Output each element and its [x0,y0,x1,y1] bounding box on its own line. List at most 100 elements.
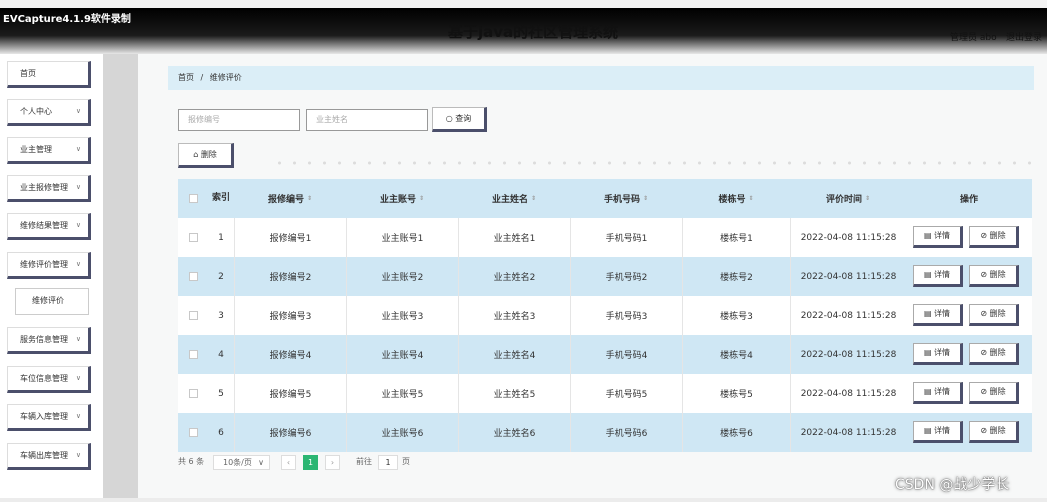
cell-building: 楼栋号5 [682,374,790,413]
query-button[interactable]: ○ 查询 [432,107,487,132]
chevron-down-icon: ∨ [75,451,81,459]
select-all-checkbox[interactable] [178,179,208,218]
cell-account: 业主账号1 [346,218,458,257]
cell-building: 楼栋号1 [682,218,790,257]
header-account[interactable]: 业主账号 ⇕ [346,179,458,218]
document-icon: ▤ [923,426,935,435]
cell-account: 业主账号3 [346,296,458,335]
header-name[interactable]: 业主姓名 ⇕ [458,179,570,218]
sidebar-divider [103,54,138,502]
delete-button[interactable]: ⊘ 删除 [969,304,1019,326]
sidebar-item-vehicle-out[interactable]: 车辆出库管理 ∨ [7,443,91,470]
prev-page-button[interactable]: ‹ [281,455,296,470]
table-row: 1 报修编号1 业主账号1 业主姓名1 手机号码1 楼栋号1 2022-04-08 11:1… [178,218,1032,257]
breadcrumb-home[interactable]: 首页 [178,73,194,82]
cell-index: 4 [218,349,224,360]
row-checkbox[interactable] [178,218,208,257]
cell-phone: 手机号码4 [570,335,682,374]
checkbox-icon [188,194,198,203]
bottom-strip [0,498,1047,502]
logout-link[interactable]: 退出登录 [1006,30,1042,43]
cell-repair-no: 报修编号3 [234,296,346,335]
breadcrumb-separator: / [200,73,204,82]
search-icon: ○ [445,114,453,123]
page-1-button[interactable]: 1 [303,455,318,470]
trash-icon: ⊘ [980,348,990,357]
table-row: 4 报修编号4 业主账号4 业主姓名4 手机号码4 楼栋号4 2022-04-08 11:1… [178,335,1032,374]
sidebar-item-personal-center[interactable]: 个人中心 ∨ [7,99,91,126]
sort-icon: ⇕ [748,195,754,202]
next-page-button[interactable]: › [325,455,340,470]
delete-button[interactable]: ⊘ 删除 [969,421,1019,443]
delete-button[interactable]: ⊘ 删除 [969,265,1019,287]
sort-icon: ⇕ [418,195,425,202]
header-phone[interactable]: 手机号码 ⇕ [570,179,682,218]
trash-icon: ⊘ [980,387,990,396]
row-checkbox[interactable] [178,296,208,335]
detail-button[interactable]: ▤ 详情 [913,382,963,404]
sidebar-item-repair-results[interactable]: 维修结果管理 ∨ [7,213,91,240]
document-icon: ▤ [923,309,935,318]
sidebar-item-vehicle-in[interactable]: 车辆入库管理 ∨ [7,404,91,431]
row-checkbox[interactable] [178,335,208,374]
checkbox-icon [188,350,198,359]
cell-building: 楼栋号4 [682,335,790,374]
total-count: 共 6 条 [178,457,205,466]
header-index: 索引 [212,193,231,203]
document-icon: ▤ [923,348,935,357]
checkbox-icon [188,389,198,398]
trash-icon: ⊘ [980,309,990,318]
checkbox-icon [188,272,198,281]
cell-repair-no: 报修编号6 [234,413,346,452]
sidebar-item-parking-info[interactable]: 车位信息管理 ∨ [7,366,91,393]
owner-name-search-input[interactable]: 业主姓名 [306,109,428,131]
cell-repair-no: 报修编号1 [234,218,346,257]
goto-suffix: 页 [402,457,410,466]
cell-review-time: 2022-04-08 11:15:28 [790,257,906,296]
goto-page-input[interactable]: 1 [378,455,398,470]
cell-building: 楼栋号3 [682,296,790,335]
page-size-select[interactable]: 10条/页 ∨ [213,455,270,470]
delete-button[interactable]: ⊘ 删除 [969,382,1019,404]
repair-no-search-input[interactable]: 报修编号 [178,109,300,131]
trash-icon: ⊘ [980,231,990,240]
delete-button[interactable]: ⊘ 删除 [969,343,1019,365]
table-row: 6 报修编号6 业主账号6 业主姓名6 手机号码6 楼栋号6 2022-04-08 11:1… [178,413,1032,452]
detail-button[interactable]: ▤ 详情 [913,226,963,248]
cell-name: 业主姓名4 [458,335,570,374]
row-checkbox[interactable] [178,257,208,296]
table-row: 5 报修编号5 业主账号5 业主姓名5 手机号码5 楼栋号5 2022-04-08 11:1… [178,374,1032,413]
sidebar-item-owner-management[interactable]: 业主管理 ∨ [7,137,91,164]
cell-account: 业主账号2 [346,257,458,296]
detail-button[interactable]: ▤ 详情 [913,343,963,365]
cell-review-time: 2022-04-08 11:15:28 [790,335,906,374]
batch-delete-button[interactable]: ⌂ 删除 [178,143,234,168]
chevron-down-icon: ∨ [258,458,264,467]
header-review-time[interactable]: 评价时间 ⇕ [790,179,906,218]
sort-icon: ⇕ [306,195,313,202]
sidebar-item-repair-review-management[interactable]: 维修评价管理 ∨ [7,252,91,279]
header-repair-no[interactable]: 报修编号 ⇕ [234,179,346,218]
trash-icon: ⊘ [980,426,990,435]
detail-button[interactable]: ▤ 详情 [913,265,963,287]
cell-index: 3 [218,310,224,321]
delete-button[interactable]: ⊘ 删除 [969,226,1019,248]
cell-phone: 手机号码1 [570,218,682,257]
detail-button[interactable]: ▤ 详情 [913,304,963,326]
cell-index: 2 [218,271,224,282]
table-row: 2 报修编号2 业主账号2 业主姓名2 手机号码2 楼栋号2 2022-04-08 11:1… [178,257,1032,296]
sidebar-subitem-repair-review[interactable]: 维修评价 [15,288,89,315]
document-icon: ▤ [923,231,935,240]
row-checkbox[interactable] [178,413,208,452]
chevron-down-icon: ∨ [75,412,81,420]
sidebar-item-service-info[interactable]: 服务信息管理 ∨ [7,327,91,354]
sidebar-item-repair-requests[interactable]: 业主报修管理 ∨ [7,175,91,202]
recorder-label: EVCapture4.1.9软件录制 [3,14,131,25]
detail-button[interactable]: ▤ 详情 [913,421,963,443]
header-building[interactable]: 楼栋号 ⇕ [682,179,790,218]
sidebar-item-home[interactable]: 首页 [7,61,91,88]
chevron-down-icon: ∨ [75,374,81,382]
document-icon: ▤ [923,270,935,279]
decorative-dots [272,158,1032,168]
row-checkbox[interactable] [178,374,208,413]
